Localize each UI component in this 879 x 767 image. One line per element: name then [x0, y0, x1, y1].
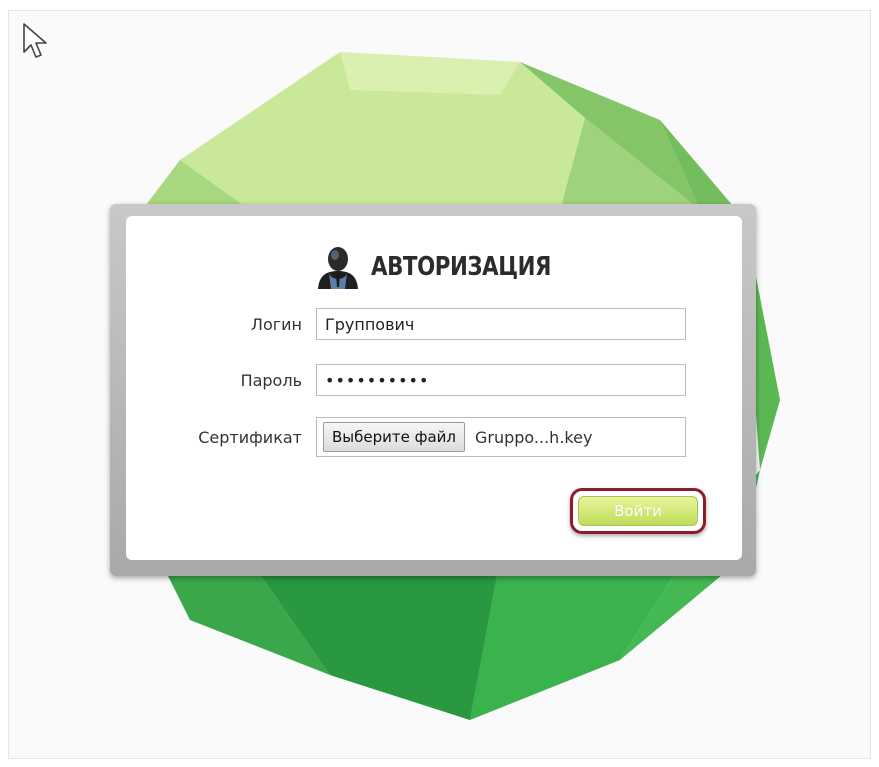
login-row: Логин Группович — [126, 308, 686, 340]
password-label: Пароль — [240, 370, 302, 390]
login-label: Логин — [250, 314, 302, 334]
certificate-file-input[interactable]: Выберите файл Gruppo...h.key — [316, 417, 686, 457]
mouse-cursor-icon — [23, 23, 47, 58]
password-input[interactable]: •••••••••• — [316, 364, 686, 396]
password-row: Пароль •••••••••• — [126, 364, 686, 396]
dialog-title: АВТОРИЗАЦИЯ — [371, 252, 552, 282]
login-input[interactable]: Группович — [316, 308, 686, 340]
login-dialog: АВТОРИЗАЦИЯ Логин Группович Пароль •••••… — [126, 216, 742, 560]
login-submit-button[interactable]: Войти — [578, 496, 698, 526]
certificate-label: Сертификат — [198, 427, 302, 447]
login-dialog-frame: АВТОРИЗАЦИЯ Логин Группович Пароль •••••… — [110, 204, 756, 576]
selected-file-name: Gruppo...h.key — [474, 427, 593, 447]
dialog-header: АВТОРИЗАЦИЯ — [126, 242, 742, 292]
user-silhouette-icon — [318, 247, 358, 289]
choose-file-button[interactable]: Выберите файл — [323, 422, 465, 452]
certificate-row: Сертификат Выберите файл Gruppo...h.key — [126, 417, 686, 457]
submit-highlight-ring: Войти — [570, 488, 706, 534]
